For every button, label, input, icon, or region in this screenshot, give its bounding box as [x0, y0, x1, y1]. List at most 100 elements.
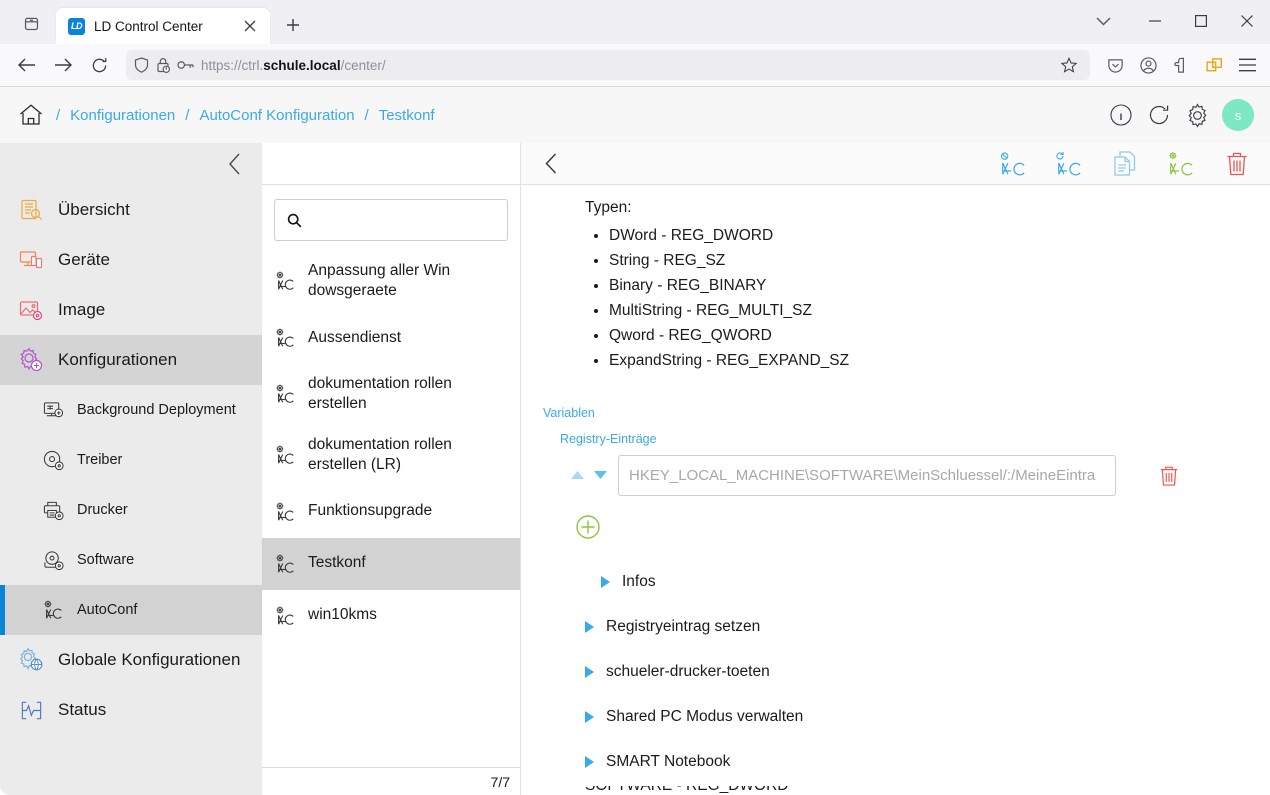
- autoconf-refresh-icon[interactable]: [1052, 149, 1086, 179]
- extensions-icon[interactable]: [1166, 50, 1196, 80]
- delete-icon[interactable]: [1156, 465, 1182, 487]
- minimize-icon[interactable]: [1132, 0, 1178, 42]
- triangle-right-icon: [585, 620, 594, 633]
- sidebar-item-drucker[interactable]: Drucker: [0, 485, 262, 535]
- section-infos[interactable]: Infos: [585, 559, 1270, 604]
- address-bar[interactable]: https://ctrl.schule.local/center/: [126, 50, 1090, 80]
- add-registry-entry-button[interactable]: [575, 514, 1270, 545]
- detail-toolbar: [521, 143, 1270, 185]
- sidebar-item-globale-konfigurationen[interactable]: Globale Konfigurationen: [0, 635, 262, 685]
- driver-icon: [42, 449, 64, 471]
- delete-icon[interactable]: [1220, 149, 1254, 179]
- configuration-list-panel: Anpassung aller Win dowsgeraete Aussendi…: [262, 143, 520, 795]
- sidebar-item-label: Drucker: [77, 502, 128, 518]
- refresh-icon[interactable]: [1146, 102, 1172, 128]
- section-label: SMART Notebook: [606, 752, 731, 770]
- sidebar-item-label: Konfigurationen: [58, 350, 178, 369]
- section-schueler-drucker-toeten[interactable]: schueler-drucker-toeten: [585, 649, 1270, 694]
- close-icon[interactable]: [238, 14, 262, 38]
- url-text: https://ctrl.schule.local/center/: [201, 58, 386, 73]
- list-item[interactable]: Aussendienst: [262, 312, 520, 364]
- sidebar-item-label: Software: [77, 552, 135, 568]
- type-item: ExpandString - REG_EXPAND_SZ: [609, 352, 1240, 370]
- chevron-down-icon[interactable]: [1074, 0, 1132, 42]
- list-item[interactable]: Anpassung aller Win dowsgeraete: [262, 251, 520, 312]
- types-list: DWord - REG_DWORD String - REG_SZ Binary…: [609, 227, 1240, 370]
- duplicate-icon[interactable]: [1108, 149, 1142, 179]
- sidebar-item-label: Background Deployment: [77, 402, 236, 418]
- account-icon[interactable]: [1133, 50, 1163, 80]
- reload-icon[interactable]: [82, 49, 116, 81]
- forward-icon[interactable]: [46, 49, 80, 81]
- container-tabs-icon[interactable]: [1199, 50, 1229, 80]
- sidebar-item-status[interactable]: Status: [0, 685, 262, 735]
- sidebar-item-label: Treiber: [77, 452, 123, 468]
- list-item-testkonf[interactable]: Testkonf: [262, 537, 520, 590]
- tab-favicon: LD: [68, 17, 85, 35]
- arrow-up-icon[interactable]: [570, 467, 585, 485]
- search-input[interactable]: [310, 212, 495, 228]
- list-all-tabs-icon[interactable]: [12, 6, 50, 40]
- avatar[interactable]: s: [1222, 99, 1254, 131]
- cut-off-text: SOFTWARE - REG_DWORD: [521, 786, 1270, 795]
- bookmark-star-icon[interactable]: [1056, 52, 1082, 78]
- autoconf-disable-icon[interactable]: [996, 149, 1030, 179]
- sidebar-item-konfigurationen[interactable]: Konfigurationen: [0, 335, 262, 385]
- url-path: /center/: [340, 57, 386, 73]
- shield-icon: [134, 57, 149, 73]
- app-header: / Konfigurationen / AutoConf Konfigurati…: [0, 87, 1270, 143]
- list-item-label: Aussendienst: [308, 328, 402, 346]
- list-search-wrapper: [262, 185, 520, 251]
- triangle-right-icon: [585, 710, 594, 723]
- browser-window: LD LD Control Center https://ctrl.schule…: [0, 0, 1270, 795]
- info-icon[interactable]: [1108, 102, 1134, 128]
- sidebar-item-treiber[interactable]: Treiber: [0, 435, 262, 485]
- type-item: Binary - REG_BINARY: [609, 277, 1240, 295]
- breadcrumb-item-konfigurationen[interactable]: Konfigurationen: [70, 107, 175, 124]
- list-item[interactable]: Funktionsupgrade: [262, 486, 520, 538]
- registry-sort-controls: [560, 467, 618, 485]
- sidebar-item-uebersicht[interactable]: Übersicht: [0, 185, 262, 235]
- sidebar-item-label: Globale Konfigurationen: [58, 650, 241, 669]
- maximize-icon[interactable]: [1178, 0, 1224, 42]
- pocket-icon[interactable]: [1100, 50, 1130, 80]
- software-icon: [42, 549, 64, 571]
- detail-back-button[interactable]: [521, 153, 581, 174]
- breadcrumb-item-testkonf[interactable]: Testkonf: [379, 107, 435, 124]
- list-item[interactable]: dokumentation rollen erstellen: [262, 364, 520, 425]
- close-icon[interactable]: [1224, 0, 1270, 42]
- sidebar-item-image[interactable]: Image: [0, 285, 262, 335]
- autoconf-settings-icon[interactable]: [1164, 149, 1198, 179]
- detail-actions: [996, 149, 1254, 179]
- browser-tab[interactable]: LD LD Control Center: [56, 8, 270, 44]
- registry-entry-input[interactable]: HKEY_LOCAL_MACHINE\SOFTWARE\MeinSchluess…: [618, 455, 1116, 496]
- app-menu-icon[interactable]: [1232, 50, 1262, 80]
- sidebar-item-software[interactable]: Software: [0, 535, 262, 585]
- list-item[interactable]: win10kms: [262, 590, 520, 642]
- registry-entry-placeholder: HKEY_LOCAL_MACHINE\SOFTWARE\MeinSchluess…: [629, 467, 1096, 484]
- home-icon[interactable]: [14, 98, 48, 132]
- search-box[interactable]: [274, 199, 508, 241]
- sidebar-item-background-deployment[interactable]: Background Deployment: [0, 385, 262, 435]
- back-icon[interactable]: [10, 49, 44, 81]
- global-configurations-icon: [18, 647, 44, 673]
- new-tab-button[interactable]: [277, 9, 309, 41]
- arrow-down-icon[interactable]: [593, 467, 608, 485]
- sidebar-item-geraete[interactable]: Geräte: [0, 235, 262, 285]
- registry-entries-label: Registry-Einträge: [560, 432, 657, 446]
- gear-icon[interactable]: [1184, 102, 1210, 128]
- sidebar-item-autoconf[interactable]: AutoConf: [0, 585, 262, 635]
- url-scheme: https://: [201, 57, 242, 73]
- type-item: String - REG_SZ: [609, 252, 1240, 270]
- section-smart-notebook[interactable]: SMART Notebook: [585, 739, 1270, 784]
- sidebar-collapse-button[interactable]: [0, 143, 262, 185]
- autoconf-icon: [274, 383, 296, 405]
- autoconf-icon: [274, 444, 296, 466]
- list-item-label: Anpassung aller Win dowsgeraete: [308, 262, 451, 300]
- breadcrumb-item-autoconf-konfiguration[interactable]: AutoConf Konfiguration: [199, 107, 354, 124]
- section-registryeintrag-setzen[interactable]: Registryeintrag setzen: [585, 604, 1270, 649]
- section-shared-pc-modus-verwalten[interactable]: Shared PC Modus verwalten: [585, 694, 1270, 739]
- list-item[interactable]: dokumentation rollen erstellen (LR): [262, 425, 520, 486]
- breadcrumb-separator: /: [185, 106, 190, 124]
- configurations-icon: [18, 347, 44, 373]
